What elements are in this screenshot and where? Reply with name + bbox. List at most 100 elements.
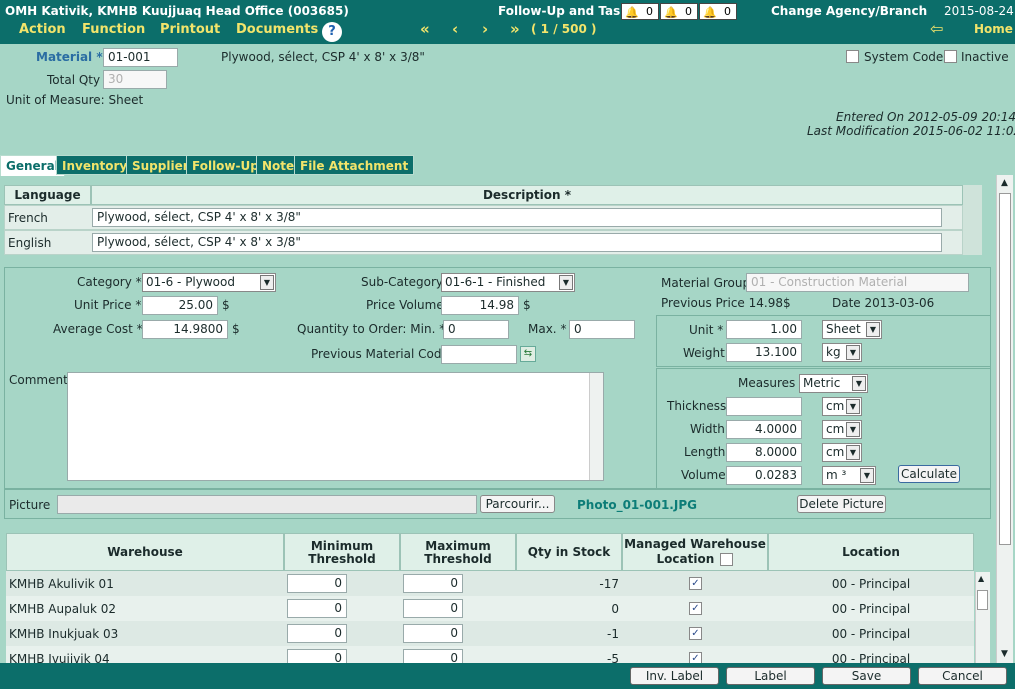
unit-input[interactable]: 1.00 [726,320,802,339]
follow-up-counter-orange[interactable]: 🔔 0 [660,3,698,20]
table-row: KMHB Akulivik 01 0 0 -17 ✓ 00 - Principa… [6,571,974,596]
unit-price-input[interactable]: 25.00 [142,296,218,315]
menu-action[interactable]: Action [19,22,66,37]
prev-record-icon[interactable]: ‹ [452,20,458,38]
comment-label: Comment [9,373,68,387]
menu-function[interactable]: Function [82,22,145,37]
scroll-up-icon[interactable]: ▲ [1001,178,1008,188]
description-header: Description * [91,185,963,205]
width-input[interactable]: 4.0000 [726,420,802,439]
follow-up-counter-red[interactable]: 🔔 0 [621,3,659,20]
scroll-thumb[interactable] [999,193,1011,545]
min-threshold-input[interactable]: 0 [287,649,347,663]
last-record-icon[interactable]: » [510,20,520,38]
follow-up-label[interactable]: Follow-Up and Task [498,4,628,18]
length-uom-select[interactable]: cm ▼ [822,443,862,462]
chevron-down-icon: ▼ [846,422,860,437]
description-input-french[interactable]: Plywood, sélect, CSP 4' x 8' x 3/8" [92,208,942,227]
price-volume-input[interactable]: 14.98 [441,296,519,315]
follow-up-counter-green[interactable]: 🔔 0 [699,3,737,20]
tab-inventory[interactable]: Inventory [56,155,134,175]
general-tab-content: Language Description * French Plywood, s… [0,175,996,663]
min-threshold-input[interactable]: 0 [287,574,347,593]
length-input[interactable]: 8.0000 [726,443,802,462]
uom-display: Unit of Measure: Sheet [6,93,144,107]
first-record-icon[interactable]: « [420,20,430,38]
tab-supplier[interactable]: Supplier [126,155,195,175]
entered-on: Entered On 2012-05-09 20:14 [836,110,1015,124]
managed-checkbox[interactable]: ✓ [689,602,702,615]
home-link[interactable]: Home [974,22,1013,36]
max-threshold-input[interactable]: 0 [403,624,463,643]
chevron-down-icon: ▼ [846,445,860,460]
managed-checkbox[interactable]: ✓ [689,652,702,663]
system-code-checkbox[interactable] [846,50,859,63]
min-threshold-input[interactable]: 0 [287,599,347,618]
managed-checkbox[interactable]: ✓ [689,627,702,640]
help-icon[interactable]: ? [322,22,342,42]
comment-scrollbar[interactable] [589,373,603,480]
max-threshold-header: Maximum Threshold [400,533,516,571]
prev-material-code-input[interactable] [441,345,517,364]
measures-select[interactable]: Metric ▼ [799,374,868,393]
volume-uom-select[interactable]: m ³ ▼ [822,466,876,485]
material-code-input[interactable]: 01-001 [103,48,178,67]
scroll-thumb[interactable] [977,590,988,610]
width-uom-select[interactable]: cm ▼ [822,420,862,439]
max-threshold-input[interactable]: 0 [403,599,463,618]
picture-path-input[interactable] [57,495,477,514]
warehouse-name: KMHB Akulivik 01 [9,577,114,591]
subcategory-select[interactable]: 01-6-1 - Finished ▼ [441,273,575,292]
calculate-button[interactable]: Calculate [898,465,960,483]
scroll-up-icon[interactable]: ▲ [978,574,984,583]
max-threshold-input[interactable]: 0 [403,649,463,663]
qty-in-stock: 0 [611,602,619,616]
language-row: English Plywood, sélect, CSP 4' x 8' x 3… [4,230,963,255]
weight-input[interactable]: 13.100 [726,343,802,362]
label-button[interactable]: Label [726,667,815,685]
min-threshold-input[interactable]: 0 [287,624,347,643]
save-button[interactable]: Save [822,667,911,685]
thickness-input[interactable] [726,397,802,416]
weight-uom-select[interactable]: kg ▼ [822,343,862,362]
menu-documents[interactable]: Documents [236,22,318,37]
home-arrow-icon[interactable]: ⇦ [930,19,943,38]
max-threshold-input[interactable]: 0 [403,574,463,593]
subcategory-label: Sub-Category [361,275,443,289]
unit-uom-select[interactable]: Sheet ▼ [822,320,882,339]
inv-label-button[interactable]: Inv. Label [630,667,719,685]
qty-order-min-input[interactable]: 0 [443,320,509,339]
location-header: Location [768,533,974,571]
qty-order-max-label: Max. * [528,322,567,336]
photo-filename-link[interactable]: Photo_01-001.JPG [577,498,697,512]
tab-file-attachment[interactable]: File Attachment [294,155,415,175]
volume-input[interactable]: 0.0283 [726,466,802,485]
warehouse-scrollbar[interactable]: ▲ [975,572,990,663]
qty-order-max-input[interactable]: 0 [569,320,635,339]
inactive-checkbox[interactable] [944,50,957,63]
average-cost-input[interactable]: 14.9800 [142,320,228,339]
managed-checkbox[interactable]: ✓ [689,577,702,590]
change-agency-link[interactable]: Change Agency/Branch [771,4,927,18]
scroll-down-icon[interactable]: ▼ [1001,649,1008,659]
total-qty-field: 30 [103,70,167,89]
cancel-button[interactable]: Cancel [918,667,1007,685]
language-name: French [8,211,48,225]
warehouse-name: KMHB Aupaluk 02 [9,602,117,616]
warehouse-table: Warehouse Minimum Threshold Maximum Thre… [6,533,974,663]
delete-picture-button[interactable]: Delete Picture [797,495,886,513]
comment-textarea[interactable] [67,372,604,481]
thickness-uom-select[interactable]: cm ▼ [822,397,862,416]
qty-order-min-label: Quantity to Order: Min. * [297,322,446,336]
menu-printout[interactable]: Printout [160,22,220,37]
page-scrollbar[interactable]: ▲ ▼ [996,175,1013,663]
lookup-icon[interactable]: ⇆ [520,346,536,362]
next-record-icon[interactable]: › [482,20,488,38]
tab-follow-up[interactable]: Follow-Up [186,155,265,175]
managed-all-checkbox[interactable] [720,553,734,566]
description-input-english[interactable]: Plywood, sélect, CSP 4' x 8' x 3/8" [92,233,942,252]
chevron-down-icon: ▼ [846,345,860,360]
browse-button[interactable]: Parcourir... [480,495,555,513]
warehouse-rows: KMHB Akulivik 01 0 0 -17 ✓ 00 - Principa… [6,571,974,663]
category-select[interactable]: 01-6 - Plywood ▼ [142,273,276,292]
